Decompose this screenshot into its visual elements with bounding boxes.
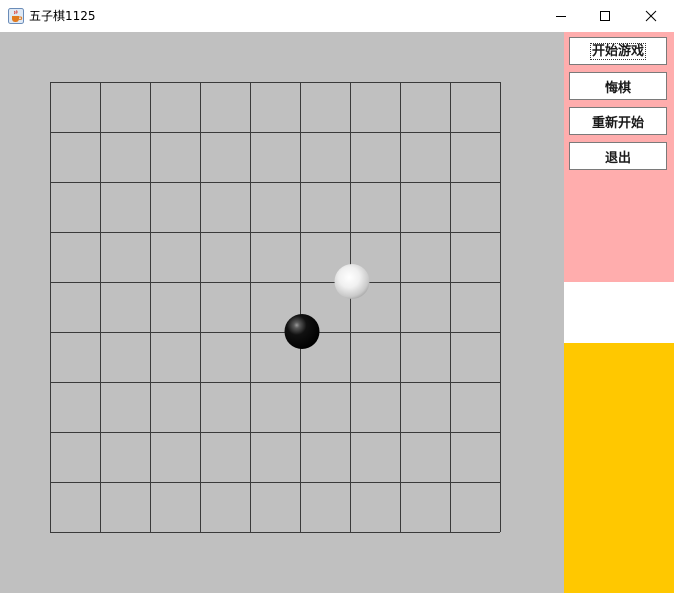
start-game-button[interactable]: 开始游戏: [569, 37, 667, 65]
maximize-icon: [600, 11, 610, 21]
game-board-panel[interactable]: [0, 32, 564, 593]
stones-layer: [284, 264, 370, 349]
gomoku-board[interactable]: [0, 32, 564, 593]
exit-button[interactable]: 退出: [569, 142, 667, 170]
board-grid: [50, 82, 501, 533]
minimize-button[interactable]: [538, 0, 584, 32]
window-title: 五子棋1125: [29, 9, 96, 23]
minimize-icon: [556, 16, 566, 17]
undo-move-label: 悔棋: [604, 80, 631, 96]
java-cup-icon: [8, 8, 24, 24]
status-area: [564, 343, 674, 593]
exit-label: 退出: [604, 150, 631, 166]
maximize-button[interactable]: [582, 0, 628, 32]
close-button[interactable]: [628, 0, 674, 32]
white-stone: [334, 264, 370, 299]
restart-label: 重新开始: [591, 115, 644, 131]
undo-move-button[interactable]: 悔棋: [569, 72, 667, 100]
black-stone: [284, 314, 320, 349]
side-control-panel: 开始游戏 悔棋 重新开始 退出: [564, 32, 674, 593]
close-icon: [645, 10, 657, 22]
button-area: 开始游戏 悔棋 重新开始 退出: [564, 32, 674, 282]
info-area: [564, 282, 674, 343]
restart-button[interactable]: 重新开始: [569, 107, 667, 135]
start-game-label: 开始游戏: [589, 42, 646, 60]
title-bar: 五子棋1125: [0, 0, 676, 33]
